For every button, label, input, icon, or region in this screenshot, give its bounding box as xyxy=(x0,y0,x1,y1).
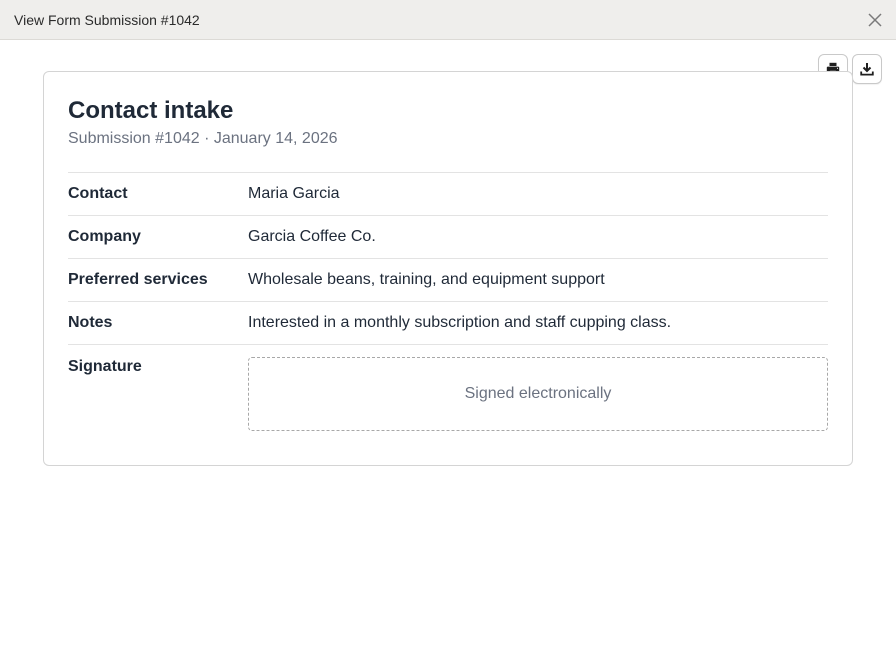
field-label: Signature xyxy=(68,358,142,375)
field-row-signature: Signature Signed electronically xyxy=(68,345,828,431)
field-value: Interested in a monthly subscription and… xyxy=(248,314,672,331)
submission-card: Contact intake Submission #1042 · Januar… xyxy=(43,71,853,466)
download-icon xyxy=(860,63,874,76)
field-row-preferred-services: Preferred services Wholesale beans, trai… xyxy=(68,259,828,302)
field-row-company: Company Garcia Coffee Co. xyxy=(68,216,828,259)
field-label: Preferred services xyxy=(68,271,208,288)
form-title: Contact intake xyxy=(68,97,234,124)
signature-status: Signed electronically xyxy=(464,385,612,402)
field-label: Notes xyxy=(68,314,113,331)
close-button[interactable] xyxy=(864,9,886,31)
field-value: Maria Garcia xyxy=(248,185,340,202)
field-label: Contact xyxy=(68,185,128,202)
close-icon xyxy=(868,13,882,27)
field-value: Wholesale beans, training, and equipment… xyxy=(248,271,605,288)
field-value: Garcia Coffee Co. xyxy=(248,228,376,245)
form-submission-dialog: View Form Submission #1042 Contact intak… xyxy=(0,0,896,648)
field-row-notes: Notes Interested in a monthly subscripti… xyxy=(68,302,828,345)
window-title: View Form Submission #1042 xyxy=(14,11,200,28)
signature-box: Signed electronically xyxy=(248,357,828,431)
field-row-contact: Contact Maria Garcia xyxy=(68,173,828,216)
title-bar: View Form Submission #1042 xyxy=(0,0,896,40)
field-list: Contact Maria Garcia Company Garcia Coff… xyxy=(68,172,828,345)
download-button[interactable] xyxy=(852,54,882,84)
submission-meta: Submission #1042 · January 14, 2026 xyxy=(68,130,338,147)
field-label: Company xyxy=(68,228,141,245)
